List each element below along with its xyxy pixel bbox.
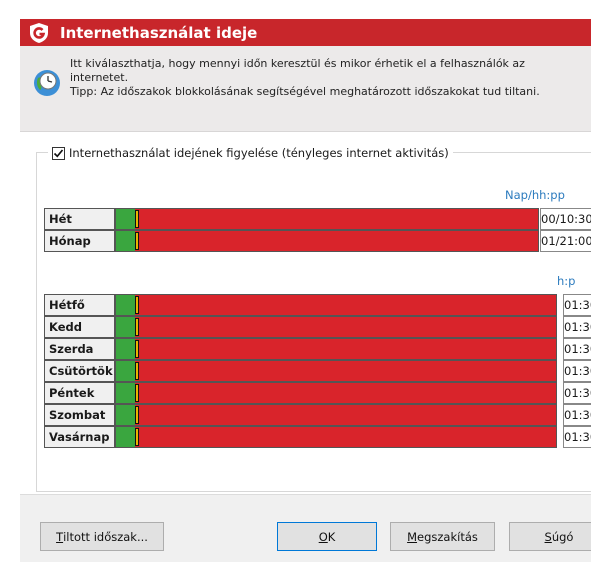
ok-label: K (327, 529, 336, 544)
allowed-segment (116, 209, 135, 229)
button-bar: Tiltott időszak... OK Megszakítás Súgó (20, 494, 591, 562)
time-limit-slider[interactable] (115, 316, 557, 338)
slider-handle[interactable] (135, 384, 139, 402)
checkmark-icon (53, 148, 64, 158)
time-limit-row: Csütörtök 01:30 (44, 360, 591, 382)
time-value-field[interactable]: 01:30 (563, 360, 591, 382)
time-limit-slider[interactable] (115, 294, 557, 316)
info-text: Itt kiválaszthatja, hogy mennyi időn ker… (70, 57, 570, 99)
info-panel: Itt kiválaszthatja, hogy mennyi időn ker… (20, 46, 591, 132)
time-limit-row: Szombat 01:30 (44, 404, 591, 426)
allowed-segment (116, 383, 135, 403)
gdata-shield-icon (30, 22, 48, 43)
row-label: Csütörtök (44, 360, 115, 382)
window-title: Internethasználat ideje (60, 23, 258, 42)
allowed-segment (116, 405, 135, 425)
slider-handle[interactable] (135, 406, 139, 424)
row-label: Szerda (44, 338, 115, 360)
slider-handle[interactable] (135, 318, 139, 336)
time-limit-slider[interactable] (115, 338, 557, 360)
title-bar: Internethasználat ideje (20, 19, 591, 46)
time-limit-row: Vasárnap 01:30 (44, 426, 591, 448)
allowed-segment (116, 339, 135, 359)
slider-handle[interactable] (135, 428, 139, 446)
allowed-segment (116, 317, 135, 337)
period-unit-label: Nap/hh:pp (505, 188, 565, 202)
time-limit-slider[interactable] (115, 230, 539, 252)
info-description: Itt kiválaszthatja, hogy mennyi időn ker… (70, 57, 525, 84)
monitor-label: Internethasználat idejének figyelése (té… (69, 146, 449, 160)
time-value-field[interactable]: 01:30 (563, 404, 591, 426)
row-label: Szombat (44, 404, 115, 426)
info-tip: Tipp: Az időszakok blokkolásának segítsé… (70, 85, 540, 98)
allowed-segment (116, 295, 135, 315)
row-label: Vasárnap (44, 426, 115, 448)
row-label: Hétfő (44, 294, 115, 316)
time-value-field[interactable]: 01:30 (563, 382, 591, 404)
time-value-field[interactable]: 01:30 (563, 316, 591, 338)
cancel-label: egszakítás (417, 529, 478, 544)
time-limit-row: Péntek 01:30 (44, 382, 591, 404)
time-limit-slider[interactable] (115, 208, 539, 230)
row-label: Péntek (44, 382, 115, 404)
ok-mnemonic: O (318, 529, 328, 544)
clock-globe-icon (34, 70, 60, 96)
allowed-segment (116, 361, 135, 381)
slider-handle[interactable] (135, 232, 139, 250)
time-limit-row: Szerda 01:30 (44, 338, 591, 360)
help-label: úgó (551, 529, 574, 544)
time-limit-slider[interactable] (115, 426, 557, 448)
cancel-button[interactable]: Megszakítás (390, 522, 495, 551)
allowed-segment (116, 231, 135, 251)
slider-handle[interactable] (135, 340, 139, 358)
cancel-mnemonic: M (407, 529, 418, 544)
blocked-label: iltott időszak... (63, 529, 148, 544)
time-value-field[interactable]: 01:30 (563, 426, 591, 448)
time-limit-slider[interactable] (115, 404, 557, 426)
monitor-option[interactable]: Internethasználat idejének figyelése (té… (48, 146, 453, 160)
row-label: Kedd (44, 316, 115, 338)
time-limit-row: Hétfő 01:30 (44, 294, 591, 316)
help-mnemonic: S (544, 529, 552, 544)
monitor-checkbox[interactable] (52, 146, 65, 160)
time-limit-row: Kedd 01:30 (44, 316, 591, 338)
time-limit-row: Hét 00/10:30 (44, 208, 591, 230)
row-label: Hét (44, 208, 115, 230)
ok-button[interactable]: OK (277, 522, 377, 551)
time-limit-slider[interactable] (115, 360, 557, 382)
allowed-segment (116, 427, 135, 447)
slider-handle[interactable] (135, 362, 139, 380)
blocked-periods-button[interactable]: Tiltott időszak... (40, 522, 164, 551)
time-limit-slider[interactable] (115, 382, 557, 404)
slider-handle[interactable] (135, 296, 139, 314)
daily-unit-label: h:p (557, 274, 576, 288)
time-value-field[interactable]: 01:30 (563, 294, 591, 316)
time-value-field[interactable]: 01/21:00 (540, 230, 591, 252)
blocked-mnemonic: T (56, 529, 64, 544)
time-limit-row: Hónap 01/21:00 (44, 230, 591, 252)
time-value-field[interactable]: 01:30 (563, 338, 591, 360)
time-value-field[interactable]: 00/10:30 (540, 208, 591, 230)
help-button[interactable]: Súgó (509, 522, 591, 551)
row-label: Hónap (44, 230, 115, 252)
slider-handle[interactable] (135, 210, 139, 228)
main-content: Internethasználat idejének figyelése (té… (20, 132, 591, 494)
